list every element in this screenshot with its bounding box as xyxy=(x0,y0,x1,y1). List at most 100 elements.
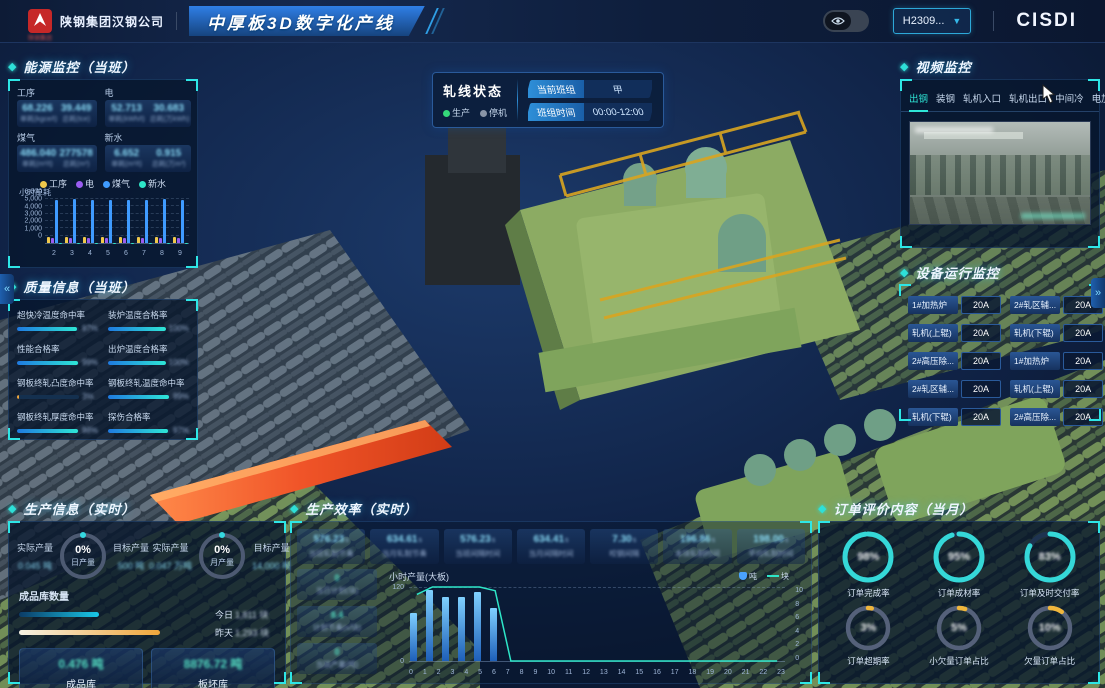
energy-panel: ◆ 能源监控（当班） 工序68.226单耗(kgce/t)39.449总耗(tc… xyxy=(8,56,198,268)
line-status-title: 轧线状态 xyxy=(443,81,507,100)
target-output-value: 500 吨 xyxy=(113,559,149,572)
actual-output-value: 0.045 吨 xyxy=(17,559,53,572)
quality-value: 99% xyxy=(82,358,98,367)
efficiency-panel-title: ◆ 生产效率（实时） xyxy=(290,498,812,518)
line-status-row: 当前班组甲 xyxy=(526,80,655,98)
quality-item: 探伤合格率97% xyxy=(108,411,189,435)
device-row: 1#加热炉20A xyxy=(1010,352,1103,370)
device-select-dropdown[interactable]: H2309... ▼ xyxy=(893,8,972,34)
right-axis-tick: 2 xyxy=(795,641,799,648)
energy-xtick: 8 xyxy=(160,250,164,257)
company-logo-subtext: 陕钢集团 xyxy=(28,33,52,42)
hour-xtick: 2 xyxy=(437,669,441,676)
inventory-bars: 今日1,811 块昨天1,293 块 xyxy=(9,605,285,641)
quality-label: 出炉温度合格率 xyxy=(108,343,189,355)
order-gauge-value: 3% xyxy=(860,622,876,634)
device-label: 轧机(下辊) xyxy=(908,408,958,426)
right-axis-tick: 0 xyxy=(795,655,799,662)
panel-collapse-left[interactable]: « xyxy=(0,274,14,304)
inventory-bar-amount: 1,293 块 xyxy=(235,626,269,639)
device-row: 1#加热炉20A xyxy=(908,296,1001,314)
efficiency-stat-value: 198.00s xyxy=(738,534,804,545)
stock-label: 成品库 xyxy=(20,676,142,688)
stock-value: 0.476 吨 xyxy=(20,655,142,672)
order-gauge: 95%订单成材率 xyxy=(932,530,986,599)
device-label: 轧机(上辊) xyxy=(1010,380,1060,398)
energy-bar-group xyxy=(47,199,62,243)
order-gauge-value: 98% xyxy=(857,551,879,563)
line-status-panel: 轧线状态 生产停机 当前班组甲班组时间00:00-12:00 xyxy=(432,72,664,128)
camera-overlay-text xyxy=(1021,213,1085,219)
camera-tab-5[interactable]: 中间冷 xyxy=(1055,91,1084,105)
orders-panel-title: ◆ 订单评价内容（当月） xyxy=(818,498,1100,518)
hourly-output-legend-item: 块 xyxy=(767,571,789,582)
quality-value: 97% xyxy=(173,426,189,435)
camera-feed[interactable] xyxy=(909,121,1091,225)
order-gauge: 98%订单完成率 xyxy=(841,530,895,599)
quality-bar xyxy=(17,327,79,331)
device-current-value: 20A xyxy=(961,352,1001,370)
device-label: 轧机(上辊) xyxy=(908,324,958,342)
order-gauge-label: 订单超期率 xyxy=(847,655,890,667)
energy-ytick: 6,000 xyxy=(24,189,42,196)
camera-tab-3[interactable]: 轧机入口 xyxy=(963,91,1001,105)
hour-xtick: 16 xyxy=(653,669,661,676)
energy-ytick: 1,000 xyxy=(24,225,42,232)
hour-xtick: 5 xyxy=(478,669,482,676)
inventory-bar-amount: 1,811 块 xyxy=(235,608,268,621)
legend-label: 吨 xyxy=(749,572,757,581)
camera-overlay-text xyxy=(915,127,993,133)
energy-ytick: 5,000 xyxy=(24,196,42,203)
line-status-legend-label: 生产 xyxy=(452,108,470,118)
line-status-legend: 生产停机 xyxy=(443,106,507,119)
camera-tab-2[interactable]: 装钢 xyxy=(936,91,955,105)
camera-tab-6[interactable]: 电加热 xyxy=(1092,91,1105,105)
energy-unit: 总耗(m³) xyxy=(59,159,94,169)
energy-unit: 单耗(m³/t) xyxy=(20,159,55,169)
energy-value: 6.652 xyxy=(108,148,146,159)
energy-panel-title: ◆ 能源监控（当班） xyxy=(8,56,198,76)
energy-group: 工序68.226单耗(kgce/t)39.449总耗(tce) xyxy=(17,84,97,127)
legend-dot-icon xyxy=(139,181,146,188)
efficiency-side-stat: 8.4计划节奏(s/块) xyxy=(297,606,377,637)
hour-xtick: 3 xyxy=(450,669,454,676)
order-gauge-value: 10% xyxy=(1039,622,1061,634)
camera-tab-1[interactable]: 出钢 xyxy=(909,91,928,105)
quality-item: 钢板终轧凸度命中率3% xyxy=(17,377,98,401)
target-output-value: 14,000 吨 xyxy=(252,559,291,572)
efficiency-side-stat: 0当日计划(块) xyxy=(297,569,377,600)
target-output-label: 目标产量 xyxy=(113,541,149,554)
progress-ring: 0%月产量 xyxy=(196,530,248,582)
eye-icon xyxy=(825,12,851,30)
energy-bar-group xyxy=(101,199,116,243)
energy-group: 新水6.652单耗(m³/t)0.915总耗(万m³) xyxy=(105,129,191,172)
dashboard-root: 陕钢集团 陕钢集团汉钢公司 中厚板3D数字化产线 H2309... ▼ CISD… xyxy=(0,0,1105,688)
devices-panel-title: ◆ 设备运行监控 xyxy=(900,262,1100,282)
diamond-icon: ◆ xyxy=(900,60,909,73)
side-stat-label: 当班产量(吨) xyxy=(299,659,375,670)
devices-panel: ◆ 设备运行监控 1#加热炉20A2#轧区辅...20A轧机(上辊)20A轧机(… xyxy=(900,262,1100,420)
camera-tab-4[interactable]: 轧机出口 xyxy=(1009,91,1047,105)
efficiency-stat-label: 平均轧制时间 xyxy=(738,548,804,559)
energy-legend-label: 煤气 xyxy=(112,179,130,189)
device-row: 轧机(上辊)20A xyxy=(1010,380,1103,398)
energy-bar-group xyxy=(65,199,80,243)
efficiency-side-stat: 0当班产量(吨) xyxy=(297,643,377,674)
inventory-bar-prefix: 昨天 xyxy=(215,626,233,639)
inventory-title: 成品库数量 xyxy=(9,584,285,605)
energy-xtick: 5 xyxy=(106,250,110,257)
hour-xtick: 1 xyxy=(423,669,427,676)
hour-xtick: 9 xyxy=(533,669,537,676)
legend-label: 块 xyxy=(781,572,789,581)
order-gauge-label: 欠量订单占比 xyxy=(1024,655,1075,667)
energy-value: 68.226 xyxy=(20,103,55,114)
company-logo-icon xyxy=(28,9,52,33)
energy-value: 486.040 xyxy=(20,148,55,159)
device-current-value: 20A xyxy=(1063,352,1103,370)
hour-xtick: 6 xyxy=(492,669,496,676)
production-gauge-group: 实际产量0.047 万吨0%月产量目标产量14,000 吨 xyxy=(149,530,291,582)
visibility-toggle[interactable] xyxy=(823,10,869,32)
panel-collapse-right[interactable]: » xyxy=(1091,278,1105,308)
energy-unit: 单耗(kgce/t) xyxy=(20,114,55,124)
actual-output-label: 实际产量 xyxy=(17,541,53,554)
